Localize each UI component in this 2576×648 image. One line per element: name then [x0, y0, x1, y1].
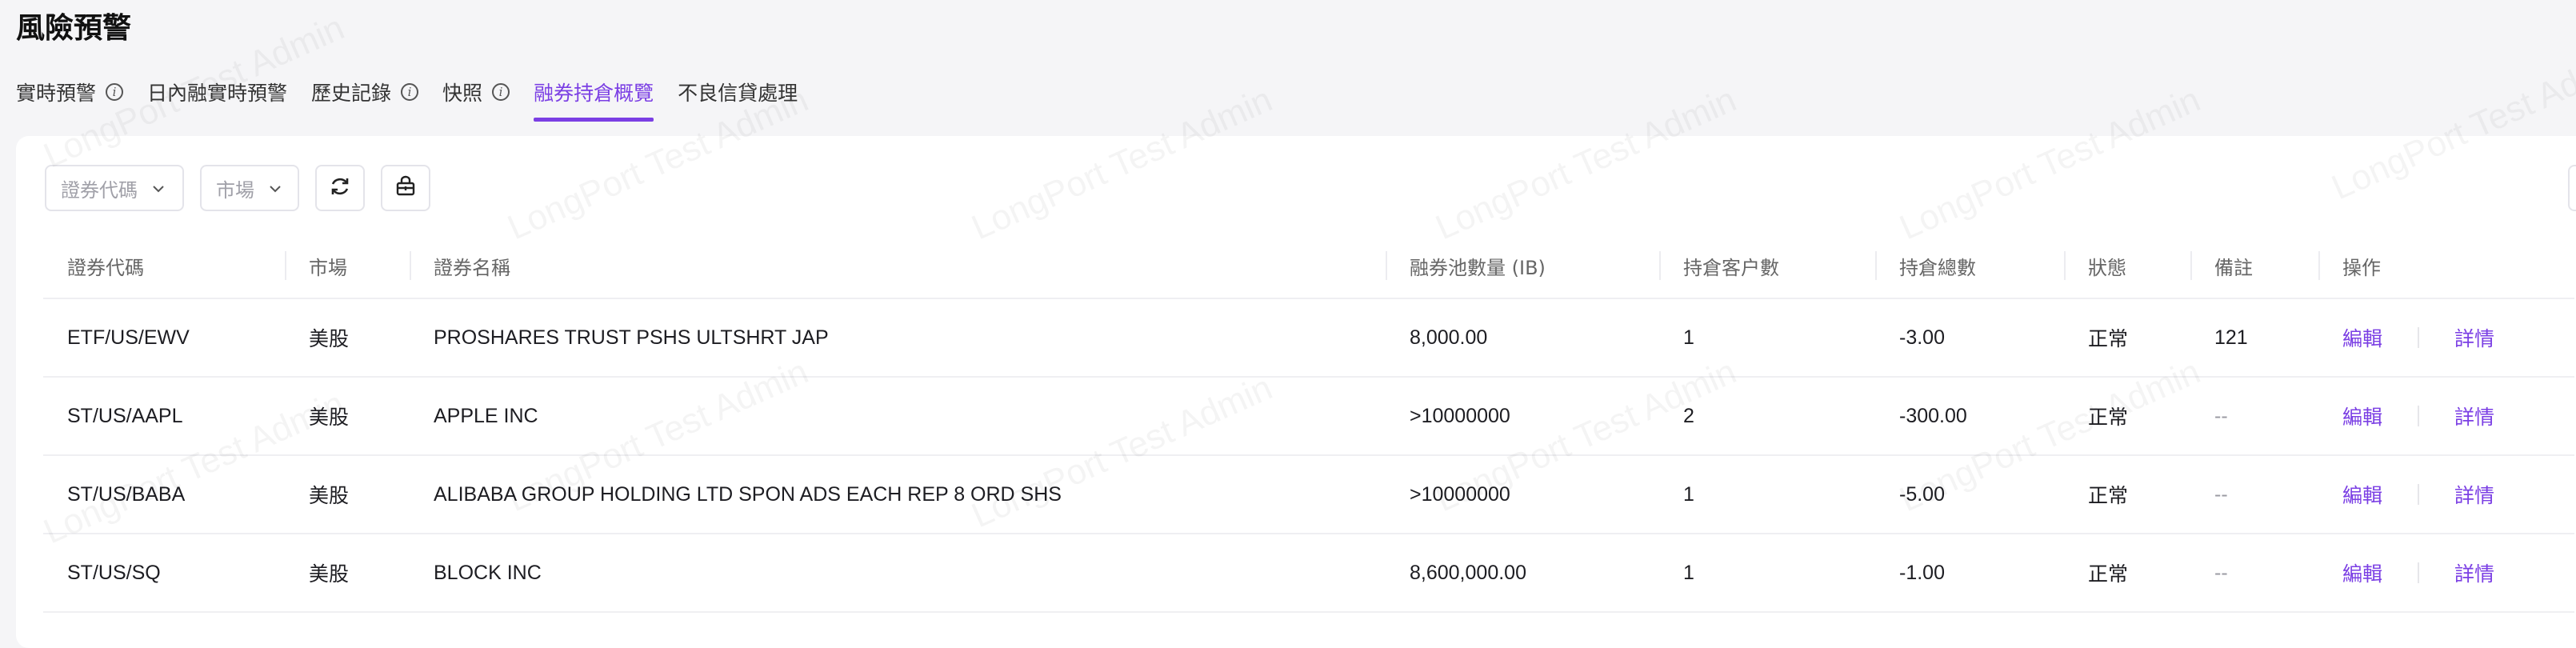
cell-code: ST/US/SQ: [43, 534, 285, 613]
tab-snapshot[interactable]: 快照 i: [442, 67, 510, 117]
cell-actions: 編輯 詳情: [2318, 534, 2574, 613]
edit-link[interactable]: 編輯: [2342, 558, 2382, 587]
cell-client-count: 1: [1659, 455, 1875, 534]
cell-name: APPLE INC: [410, 377, 1386, 456]
tab-label: 快照: [442, 82, 483, 105]
basket-icon: [394, 175, 417, 202]
chevron-down-icon: [269, 180, 282, 197]
tab-label: 日內融實時預警: [147, 82, 288, 105]
select-placeholder: 市場: [216, 178, 254, 202]
info-icon[interactable]: i: [401, 83, 419, 101]
detail-link[interactable]: 詳情: [2454, 558, 2494, 587]
column-header: 持倉客户數: [1659, 234, 1875, 299]
cell-status: 正常: [2064, 298, 2190, 378]
table-row: ST/US/SQ 美股 BLOCK INC 8,600,000.00 1 -1.…: [43, 534, 2574, 613]
tab-label: 歷史記錄: [311, 82, 392, 105]
cell-name: ALIBABA GROUP HOLDING LTD SPON ADS EACH …: [410, 455, 1386, 534]
column-header: 操作: [2318, 234, 2574, 299]
cell-market: 美股: [285, 298, 410, 378]
column-header: 備註: [2190, 234, 2318, 299]
filter-toolbar: 證券代碼 市場: [45, 165, 446, 211]
divider: [2418, 562, 2420, 583]
cell-status: 正常: [2064, 455, 2190, 534]
refresh-icon: [329, 175, 351, 202]
cell-market: 美股: [285, 455, 410, 534]
tab-intraday-margin-alert[interactable]: 日內融實時預警: [147, 67, 287, 117]
cell-name: PROSHARES TRUST PSHS ULTSHRT JAP: [410, 298, 1386, 378]
column-header: 融券池數量 (IB): [1386, 234, 1659, 299]
info-icon[interactable]: i: [492, 83, 510, 101]
cell-pool-qty: 8,600,000.00: [1386, 534, 1659, 613]
table-header-row: 證券代碼 市場 證券名稱 融券池數量 (IB) 持倉客户數 持倉總數 狀態 備註…: [43, 234, 2574, 299]
tab-history[interactable]: 歷史記錄 i: [311, 67, 419, 117]
security-code-select[interactable]: 證券代碼: [45, 165, 184, 211]
divider: [2418, 327, 2420, 348]
edit-link[interactable]: 編輯: [2342, 480, 2382, 509]
basket-button[interactable]: [381, 165, 430, 211]
detail-link[interactable]: 詳情: [2454, 480, 2494, 509]
table-row: ST/US/BABA 美股 ALIBABA GROUP HOLDING LTD …: [43, 455, 2574, 534]
cell-code: ST/US/BABA: [43, 455, 285, 534]
cell-pool-qty: 8,000.00: [1386, 298, 1659, 378]
table-row: ETF/US/EWV 美股 PROSHARES TRUST PSHS ULTSH…: [43, 298, 2574, 378]
page-title: 風險預警: [16, 12, 132, 45]
tab-label: 融券持倉概覽: [534, 82, 654, 105]
cell-total-position: -3.00: [1875, 298, 2064, 378]
cell-total-position: -1.00: [1875, 534, 2064, 613]
cell-total-position: -5.00: [1875, 455, 2064, 534]
column-header: 證券名稱: [410, 234, 1386, 299]
column-header: 持倉總數: [1875, 234, 2064, 299]
cell-status: 正常: [2064, 534, 2190, 613]
edit-link[interactable]: 編輯: [2342, 323, 2382, 352]
cell-actions: 編輯 詳情: [2318, 377, 2574, 456]
divider: [2418, 406, 2420, 426]
cell-name: BLOCK INC: [410, 534, 1386, 613]
cell-actions: 編輯 詳情: [2318, 455, 2574, 534]
column-header: 市場: [285, 234, 410, 299]
cell-actions: 編輯 詳情: [2318, 298, 2574, 378]
detail-link[interactable]: 詳情: [2454, 402, 2494, 430]
cell-market: 美股: [285, 377, 410, 456]
cell-code: ETF/US/EWV: [43, 298, 285, 378]
cell-remark: --: [2190, 377, 2318, 456]
market-select[interactable]: 市場: [200, 165, 299, 211]
cell-status: 正常: [2064, 377, 2190, 456]
cell-remark: 121: [2190, 298, 2318, 378]
tab-label: 實時預警: [16, 82, 97, 105]
tab-label: 不良信貸處理: [678, 82, 798, 105]
tab-short-position-overview[interactable]: 融券持倉概覽: [534, 67, 654, 122]
chevron-down-icon: [152, 180, 165, 197]
cell-code: ST/US/AAPL: [43, 377, 285, 456]
cell-pool-qty: >10000000: [1386, 455, 1659, 534]
cell-client-count: 2: [1659, 377, 1875, 456]
info-icon[interactable]: i: [106, 83, 124, 101]
cell-client-count: 1: [1659, 534, 1875, 613]
divider: [2418, 484, 2420, 505]
tab-realtime-alert[interactable]: 實時預警 i: [16, 67, 124, 117]
table-row: ST/US/AAPL 美股 APPLE INC >10000000 2 -300…: [43, 377, 2574, 456]
cell-client-count: 1: [1659, 298, 1875, 378]
cell-market: 美股: [285, 534, 410, 613]
cell-remark: --: [2190, 534, 2318, 613]
select-placeholder: 證券代碼: [61, 178, 138, 202]
short-position-table: 證券代碼 市場 證券名稱 融券池數量 (IB) 持倉客户數 持倉總數 狀態 備註…: [43, 234, 2574, 613]
cell-total-position: -300.00: [1875, 377, 2064, 456]
cell-remark: --: [2190, 455, 2318, 534]
detail-link[interactable]: 詳情: [2454, 323, 2494, 352]
tab-bad-credit[interactable]: 不良信貸處理: [678, 67, 798, 117]
refresh-button[interactable]: [315, 165, 365, 211]
column-header: 狀態: [2064, 234, 2190, 299]
edit-link[interactable]: 編輯: [2342, 402, 2382, 430]
content-card: 證券代碼 市場 證券代碼 市場 證券名稱 融券池數量 (IB) 持倉客户數 持倉…: [16, 136, 2576, 648]
column-header: 證券代碼: [43, 234, 285, 299]
cell-pool-qty: >10000000: [1386, 377, 1659, 456]
settings-button-partial[interactable]: [2568, 165, 2576, 211]
tab-bar: 實時預警 i 日內融實時預警 歷史記錄 i 快照 i 融券持倉概覽 不良信貸處理: [16, 67, 822, 122]
